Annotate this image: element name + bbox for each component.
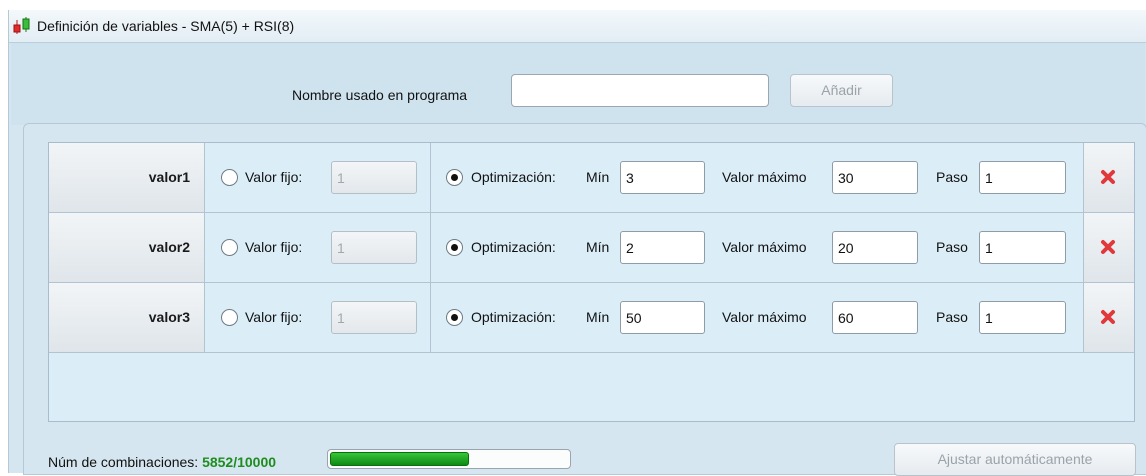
fixed-value-radio[interactable] — [221, 309, 238, 326]
fixed-value-input[interactable]: 1 — [331, 301, 417, 334]
delete-x-icon[interactable] — [1100, 169, 1116, 185]
delete-cell — [1084, 143, 1134, 212]
delete-x-icon[interactable] — [1100, 309, 1116, 325]
max-label: Valor máximo — [722, 169, 807, 185]
variable-row: valor1 Valor fijo: 1 Optimización: Mín 3… — [49, 143, 1134, 213]
optimization-radio[interactable] — [446, 309, 463, 326]
variable-name: valor1 — [49, 143, 205, 212]
fixed-value-label: Valor fijo: — [245, 309, 303, 325]
optimization-radio[interactable] — [446, 239, 463, 256]
variable-row: valor3 Valor fijo: 1 Optimización: Mín 5… — [49, 283, 1134, 353]
fixed-value-radio[interactable] — [221, 169, 238, 186]
step-label: Paso — [936, 169, 968, 185]
fixed-value-input[interactable]: 1 — [331, 161, 417, 194]
delete-cell — [1084, 213, 1134, 282]
fixed-value-label: Valor fijo: — [245, 169, 303, 185]
step-input[interactable]: 1 — [979, 231, 1066, 264]
min-label: Mín — [586, 169, 610, 185]
optimization-label: Optimización: — [471, 169, 556, 185]
fixed-value-label: Valor fijo: — [245, 239, 303, 255]
window-title: Definición de variables - SMA(5) + RSI(8… — [37, 18, 295, 34]
variables-window: Definición de variables - SMA(5) + RSI(8… — [8, 10, 1146, 476]
max-input[interactable]: 20 — [832, 231, 918, 264]
optimization-label: Optimización: — [471, 309, 556, 325]
max-label: Valor máximo — [722, 309, 807, 325]
program-name-input[interactable] — [511, 74, 769, 107]
name-bar: Nombre usado en programa Añadir — [11, 43, 1145, 125]
optimization-cell: Optimización: Mín 3 Valor máximo 30 Paso… — [431, 143, 1084, 212]
fixed-value-input[interactable]: 1 — [331, 231, 417, 264]
variable-name: valor3 — [49, 283, 205, 352]
delete-cell — [1084, 283, 1134, 352]
max-input[interactable]: 60 — [832, 301, 918, 334]
variable-row: valor2 Valor fijo: 1 Optimización: Mín 2… — [49, 213, 1134, 283]
title-bar: Definición de variables - SMA(5) + RSI(8… — [9, 10, 1146, 43]
step-label: Paso — [936, 239, 968, 255]
progress-fill — [330, 452, 470, 466]
combinations-value: 5852/10000 — [202, 454, 277, 470]
max-input[interactable]: 30 — [832, 161, 918, 194]
step-input[interactable]: 1 — [979, 161, 1066, 194]
combinations-count: Núm de combinaciones: 5852/10000 — [48, 454, 276, 470]
variable-name: valor2 — [49, 213, 205, 282]
name-label: Nombre usado en programa — [292, 87, 468, 103]
candlestick-icon — [11, 16, 35, 36]
step-input[interactable]: 1 — [979, 301, 1066, 334]
optimization-cell: Optimización: Mín 50 Valor máximo 60 Pas… — [431, 283, 1084, 352]
step-label: Paso — [936, 309, 968, 325]
auto-adjust-button[interactable]: Ajustar automáticamente — [894, 443, 1136, 476]
variables-panel: valor1 Valor fijo: 1 Optimización: Mín 3… — [23, 123, 1146, 476]
fixed-value-cell: Valor fijo: 1 — [205, 213, 431, 282]
min-input[interactable]: 50 — [620, 301, 705, 334]
fixed-value-cell: Valor fijo: 1 — [205, 143, 431, 212]
delete-x-icon[interactable] — [1100, 239, 1116, 255]
min-label: Mín — [586, 309, 610, 325]
min-input[interactable]: 3 — [620, 161, 705, 194]
combinations-progress-bar — [327, 449, 571, 469]
min-label: Mín — [586, 239, 610, 255]
optimization-label: Optimización: — [471, 239, 556, 255]
fixed-value-radio[interactable] — [221, 239, 238, 256]
variables-table: valor1 Valor fijo: 1 Optimización: Mín 3… — [48, 142, 1135, 422]
add-button[interactable]: Añadir — [790, 74, 893, 107]
max-label: Valor máximo — [722, 239, 807, 255]
optimization-cell: Optimización: Mín 2 Valor máximo 20 Paso… — [431, 213, 1084, 282]
fixed-value-cell: Valor fijo: 1 — [205, 283, 431, 352]
combinations-label: Núm de combinaciones: — [48, 454, 199, 470]
optimization-radio[interactable] — [446, 169, 463, 186]
min-input[interactable]: 2 — [620, 231, 705, 264]
